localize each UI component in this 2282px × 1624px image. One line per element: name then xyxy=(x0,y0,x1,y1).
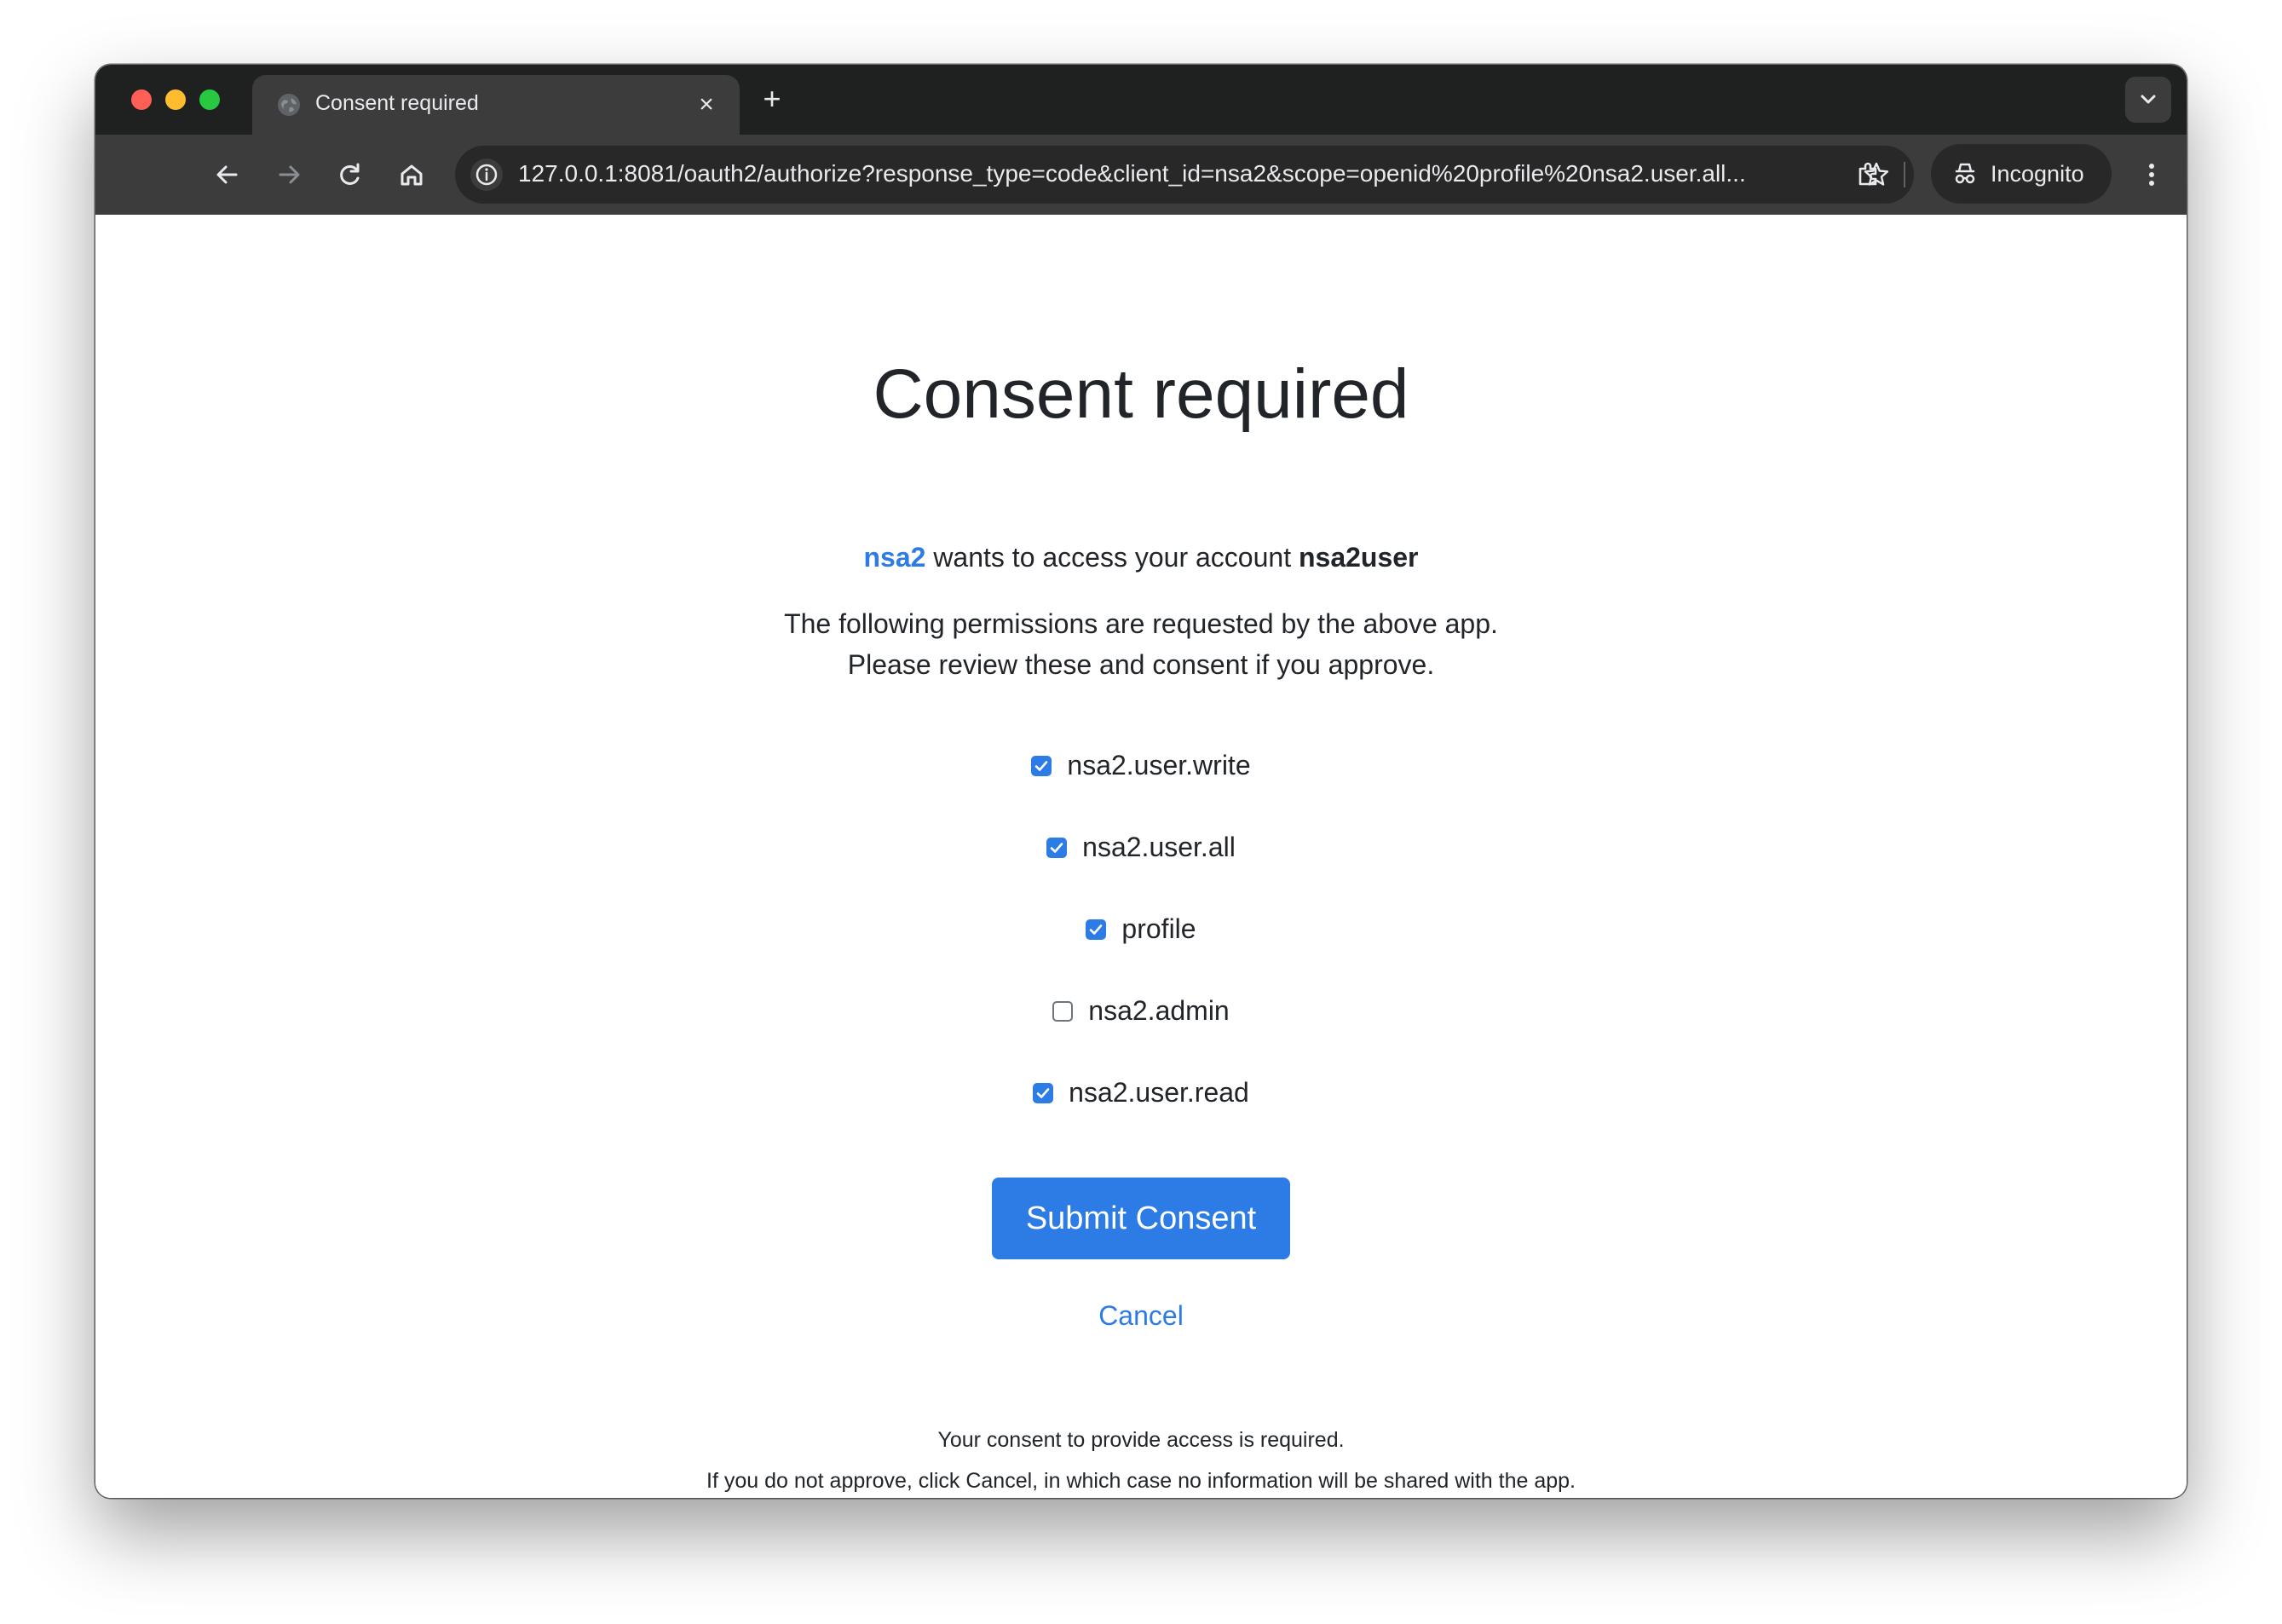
home-icon xyxy=(401,164,423,186)
scope-item-nsa2-user-read[interactable]: nsa2.user.read xyxy=(95,1077,2187,1110)
address-bar[interactable]: 127.0.0.1:8081/oauth2/authorize?response… xyxy=(455,146,1914,204)
toolbar-divider xyxy=(1904,162,1905,187)
tab-title: Consent required xyxy=(315,91,479,115)
forward-button[interactable] xyxy=(268,153,310,196)
scope-label: nsa2.user.all xyxy=(1082,832,1236,862)
plus-icon[interactable]: + xyxy=(757,84,787,114)
page-title: Consent required xyxy=(873,355,1409,433)
scope-label: nsa2.admin xyxy=(1088,995,1230,1026)
tab-search-button[interactable] xyxy=(2125,77,2171,123)
request-text: wants to access your account xyxy=(925,542,1299,573)
home-button[interactable] xyxy=(390,153,433,196)
scope-checkbox[interactable] xyxy=(1033,1082,1054,1103)
scope-checkbox[interactable] xyxy=(1086,919,1107,940)
minimize-window-button[interactable] xyxy=(165,89,186,110)
extensions-icon xyxy=(1858,162,1877,186)
consent-page: Consent required nsa2 wants to access yo… xyxy=(95,215,2187,1498)
access-request-line: nsa2 wants to access your account nsa2us… xyxy=(95,542,2187,573)
kebab-menu-icon xyxy=(2149,164,2154,186)
scope-checkbox[interactable] xyxy=(1046,837,1068,858)
cancel-link[interactable]: Cancel xyxy=(95,1300,2187,1332)
incognito-icon xyxy=(1951,160,1979,187)
close-icon[interactable]: × xyxy=(692,90,721,119)
maximize-window-button[interactable] xyxy=(199,89,220,110)
url-text: 127.0.0.1:8081/oauth2/authorize?response… xyxy=(518,160,1746,187)
back-button[interactable] xyxy=(206,153,249,196)
scope-item-nsa2-user-write[interactable]: nsa2.user.write xyxy=(95,750,2187,783)
footer-note-line-1: Your consent to provide access is requir… xyxy=(937,1428,1345,1452)
tab-consent-required[interactable]: Consent required × xyxy=(252,75,740,135)
close-window-button[interactable] xyxy=(131,89,152,110)
scope-checkbox[interactable] xyxy=(1031,755,1052,776)
browser-toolbar: 127.0.0.1:8081/oauth2/authorize?response… xyxy=(95,135,2187,215)
scope-item-profile[interactable]: profile xyxy=(95,913,2187,947)
browser-menu-button[interactable] xyxy=(2130,153,2173,196)
forward-arrow-icon xyxy=(279,165,300,184)
submit-consent-button[interactable]: Submit Consent xyxy=(992,1178,1290,1259)
info-icon[interactable] xyxy=(470,158,503,191)
description-line-1: The following permissions are requested … xyxy=(784,608,1498,639)
scope-item-nsa2-user-all[interactable]: nsa2.user.all xyxy=(95,832,2187,865)
footer-note-line-2: If you do not approve, click Cancel, in … xyxy=(706,1469,1576,1493)
back-arrow-icon xyxy=(216,165,238,184)
scope-label: nsa2.user.write xyxy=(1067,750,1251,780)
scope-item-nsa2-admin[interactable]: nsa2.admin xyxy=(95,995,2187,1028)
chevron-down-icon xyxy=(2141,95,2156,104)
globe-icon xyxy=(278,94,300,116)
description-line-2: Please review these and consent if you a… xyxy=(847,649,1435,680)
reload-button[interactable] xyxy=(329,153,372,196)
extensions-button[interactable] xyxy=(1847,153,1890,196)
tab-strip: Consent required × + xyxy=(95,65,2187,135)
incognito-profile-button[interactable]: Incognito xyxy=(1931,144,2112,204)
client-name: nsa2 xyxy=(863,542,926,573)
browser-window: Consent required × + 127.0.0.1:8081/oaut… xyxy=(95,65,2187,1498)
reload-icon xyxy=(340,163,360,185)
scope-label: nsa2.user.read xyxy=(1069,1077,1249,1108)
scope-label: profile xyxy=(1121,913,1196,944)
incognito-label: Incognito xyxy=(1991,161,2084,187)
account-name: nsa2user xyxy=(1298,542,1419,573)
scope-checkbox[interactable] xyxy=(1052,1000,1074,1022)
